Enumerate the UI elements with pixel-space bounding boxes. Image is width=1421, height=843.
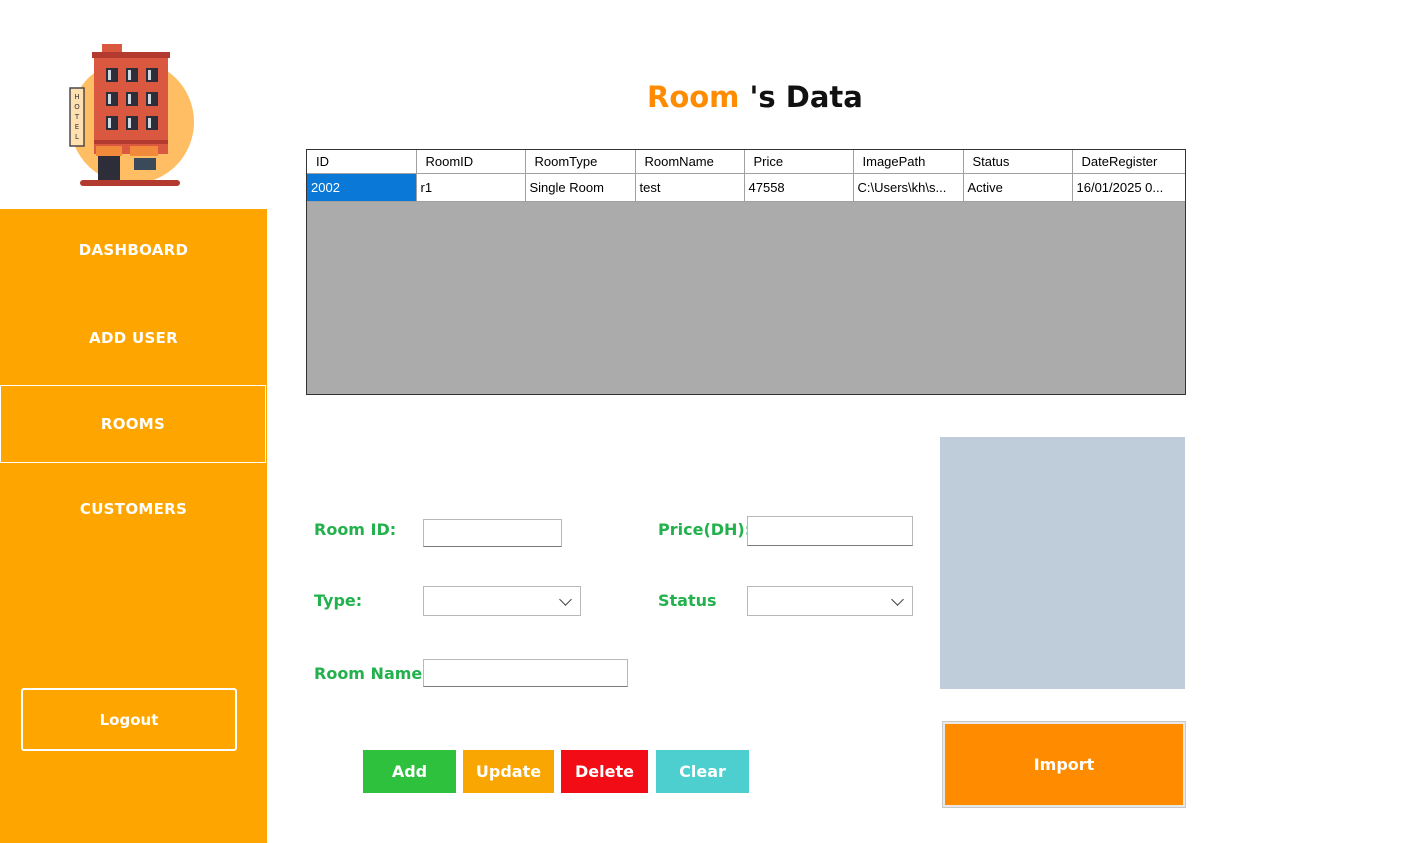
column-header[interactable]: RoomName (635, 150, 745, 174)
table-cell[interactable]: r1 (416, 173, 526, 202)
clear-button[interactable]: Clear (656, 750, 749, 793)
sidebar-item-customers[interactable]: CUSTOMERS (0, 470, 267, 548)
svg-text:T: T (74, 113, 80, 121)
sidebar-item-rooms[interactable]: ROOMS (0, 385, 266, 463)
price-field[interactable] (747, 516, 913, 546)
column-header[interactable]: Price (744, 150, 854, 174)
svg-text:H: H (74, 93, 79, 101)
table-cell[interactable]: Active (963, 173, 1073, 202)
logout-button[interactable]: Logout (21, 688, 237, 751)
import-button[interactable]: Import (942, 721, 1186, 808)
table-cell[interactable]: 47558 (744, 173, 854, 202)
sidebar-item-label: CUSTOMERS (79, 500, 188, 518)
grid-header-row: ID RoomID RoomType RoomName Price ImageP… (307, 150, 1185, 174)
table-cell[interactable]: 16/01/2025 0... (1072, 173, 1185, 202)
sidebar-item-label: ADD USER (89, 329, 178, 347)
svg-text:L: L (75, 133, 79, 141)
type-select[interactable] (423, 586, 581, 616)
svg-text:E: E (75, 123, 79, 131)
column-header[interactable]: ImagePath (853, 150, 964, 174)
add-button[interactable]: Add (363, 750, 456, 793)
clear-button-label: Clear (679, 762, 726, 781)
delete-button-label: Delete (575, 762, 634, 781)
sidebar-item-label: ROOMS (100, 415, 166, 433)
add-button-label: Add (391, 762, 428, 781)
sidebar-item-add-user[interactable]: ADD USER (0, 299, 267, 377)
status-select[interactable] (747, 586, 913, 616)
sidebar: DASHBOARD ADD USER ROOMS CUSTOMERS Logou… (0, 209, 267, 843)
price-label: Price(DH): (658, 520, 752, 539)
logout-label: Logout (99, 710, 159, 729)
room-id-field[interactable] (423, 519, 562, 547)
chevron-down-icon (559, 593, 572, 606)
table-row[interactable]: 2002 r1 Single Room test 47558 C:\Users\… (307, 173, 1185, 202)
column-header[interactable]: RoomType (525, 150, 636, 174)
delete-button[interactable]: Delete (561, 750, 648, 793)
room-image-preview (940, 437, 1185, 689)
svg-text:O: O (74, 103, 80, 111)
update-button[interactable]: Update (463, 750, 554, 793)
import-button-label: Import (1033, 755, 1095, 774)
room-name-label: Room Name: (314, 664, 429, 683)
room-id-label: Room ID: (314, 520, 397, 539)
column-header[interactable]: ID (307, 150, 417, 174)
room-name-field[interactable] (423, 659, 628, 687)
table-cell[interactable]: Single Room (525, 173, 636, 202)
status-label: Status (658, 591, 717, 610)
rooms-data-grid[interactable]: ID RoomID RoomType RoomName Price ImageP… (306, 149, 1186, 395)
column-header[interactable]: RoomID (416, 150, 526, 174)
sidebar-item-label: DASHBOARD (78, 241, 189, 259)
table-cell[interactable]: 2002 (307, 173, 417, 202)
sidebar-item-dashboard[interactable]: DASHBOARD (0, 211, 267, 289)
update-button-label: Update (475, 762, 542, 781)
page-title-data: 's Data (749, 80, 863, 114)
table-cell[interactable]: test (635, 173, 745, 202)
table-cell[interactable]: C:\Users\kh\s... (853, 173, 964, 202)
page-title-room: Room (647, 80, 740, 114)
type-label: Type: (314, 591, 363, 610)
column-header[interactable]: DateRegister (1072, 150, 1185, 174)
column-header[interactable]: Status (963, 150, 1073, 174)
chevron-down-icon (891, 593, 904, 606)
page-title: Room 's Data (647, 80, 863, 114)
hotel-logo: H O T E L (60, 40, 200, 190)
